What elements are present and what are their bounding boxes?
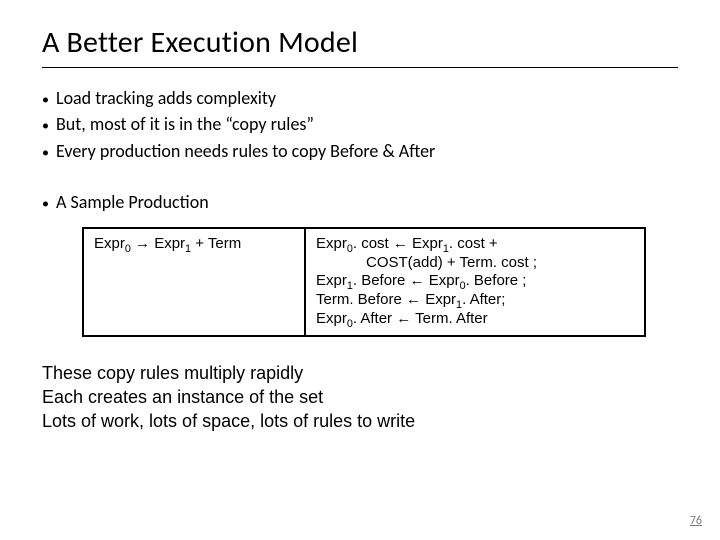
rule-text: . Before ; — [466, 272, 527, 289]
bullet-icon: • — [42, 115, 56, 133]
note-line: Each creates an instance of the set — [42, 385, 678, 409]
bullet-icon: • — [42, 89, 56, 107]
note-line: These copy rules multiply rapidly — [42, 361, 678, 385]
rule-line: Expr1. Before ← Expr0. Before ; — [316, 272, 634, 291]
production-table: Expr0 → Expr1 + Term Expr0. cost ← Expr1… — [82, 227, 646, 337]
production-lhs: Expr0 → Expr1 + Term — [84, 229, 306, 335]
rule-text: COST(add) + Term. cost ; — [366, 254, 537, 271]
bullet-text: Load tracking adds complexity — [56, 86, 276, 110]
rule-text: Expr — [316, 310, 347, 327]
notes-block: These copy rules multiply rapidly Each c… — [42, 361, 678, 434]
rule-text: Expr — [316, 235, 347, 252]
bullet-text: Every production needs rules to copy Bef… — [56, 139, 435, 163]
subhead: • A Sample Production — [42, 191, 678, 213]
rule-line: Term. Before ← Expr1. After; — [316, 291, 634, 310]
rule-text: . cost ← Expr — [353, 235, 443, 252]
bullet-text: But, most of it is in the “copy rules” — [56, 112, 314, 136]
bullet-icon: • — [42, 142, 56, 160]
bullet-item: • Load tracking adds complexity — [42, 86, 678, 110]
subhead-text: A Sample Production — [56, 191, 209, 213]
page-number: 76 — [690, 514, 702, 528]
rule-line: Expr0. cost ← Expr1. cost + — [316, 235, 634, 254]
slide-title: A Better Execution Model — [42, 24, 678, 68]
bullet-item: • Every production needs rules to copy B… — [42, 139, 678, 163]
rule-text: Term. Before ← Expr — [316, 291, 456, 308]
rule-line: COST(add) + Term. cost ; — [316, 254, 634, 273]
expr-text: Expr — [94, 235, 125, 252]
arrow-text: → — [131, 235, 154, 252]
rule-text: . cost + — [449, 235, 498, 252]
rule-line: Expr0. After ← Term. After — [316, 310, 634, 329]
rule-text: . After; — [462, 291, 505, 308]
rule-text: . After ← Term. After — [353, 310, 488, 327]
bullet-icon: • — [42, 193, 56, 211]
expr-text: Expr — [154, 235, 185, 252]
bullet-list: • Load tracking adds complexity • But, m… — [42, 86, 678, 163]
production-rules: Expr0. cost ← Expr1. cost + COST(add) + … — [306, 229, 644, 335]
tail-text: + Term — [191, 235, 241, 252]
note-line: Lots of work, lots of space, lots of rul… — [42, 409, 678, 433]
bullet-item: • But, most of it is in the “copy rules” — [42, 112, 678, 136]
rule-text: . Before ← Expr — [353, 272, 460, 289]
rule-text: Expr — [316, 272, 347, 289]
